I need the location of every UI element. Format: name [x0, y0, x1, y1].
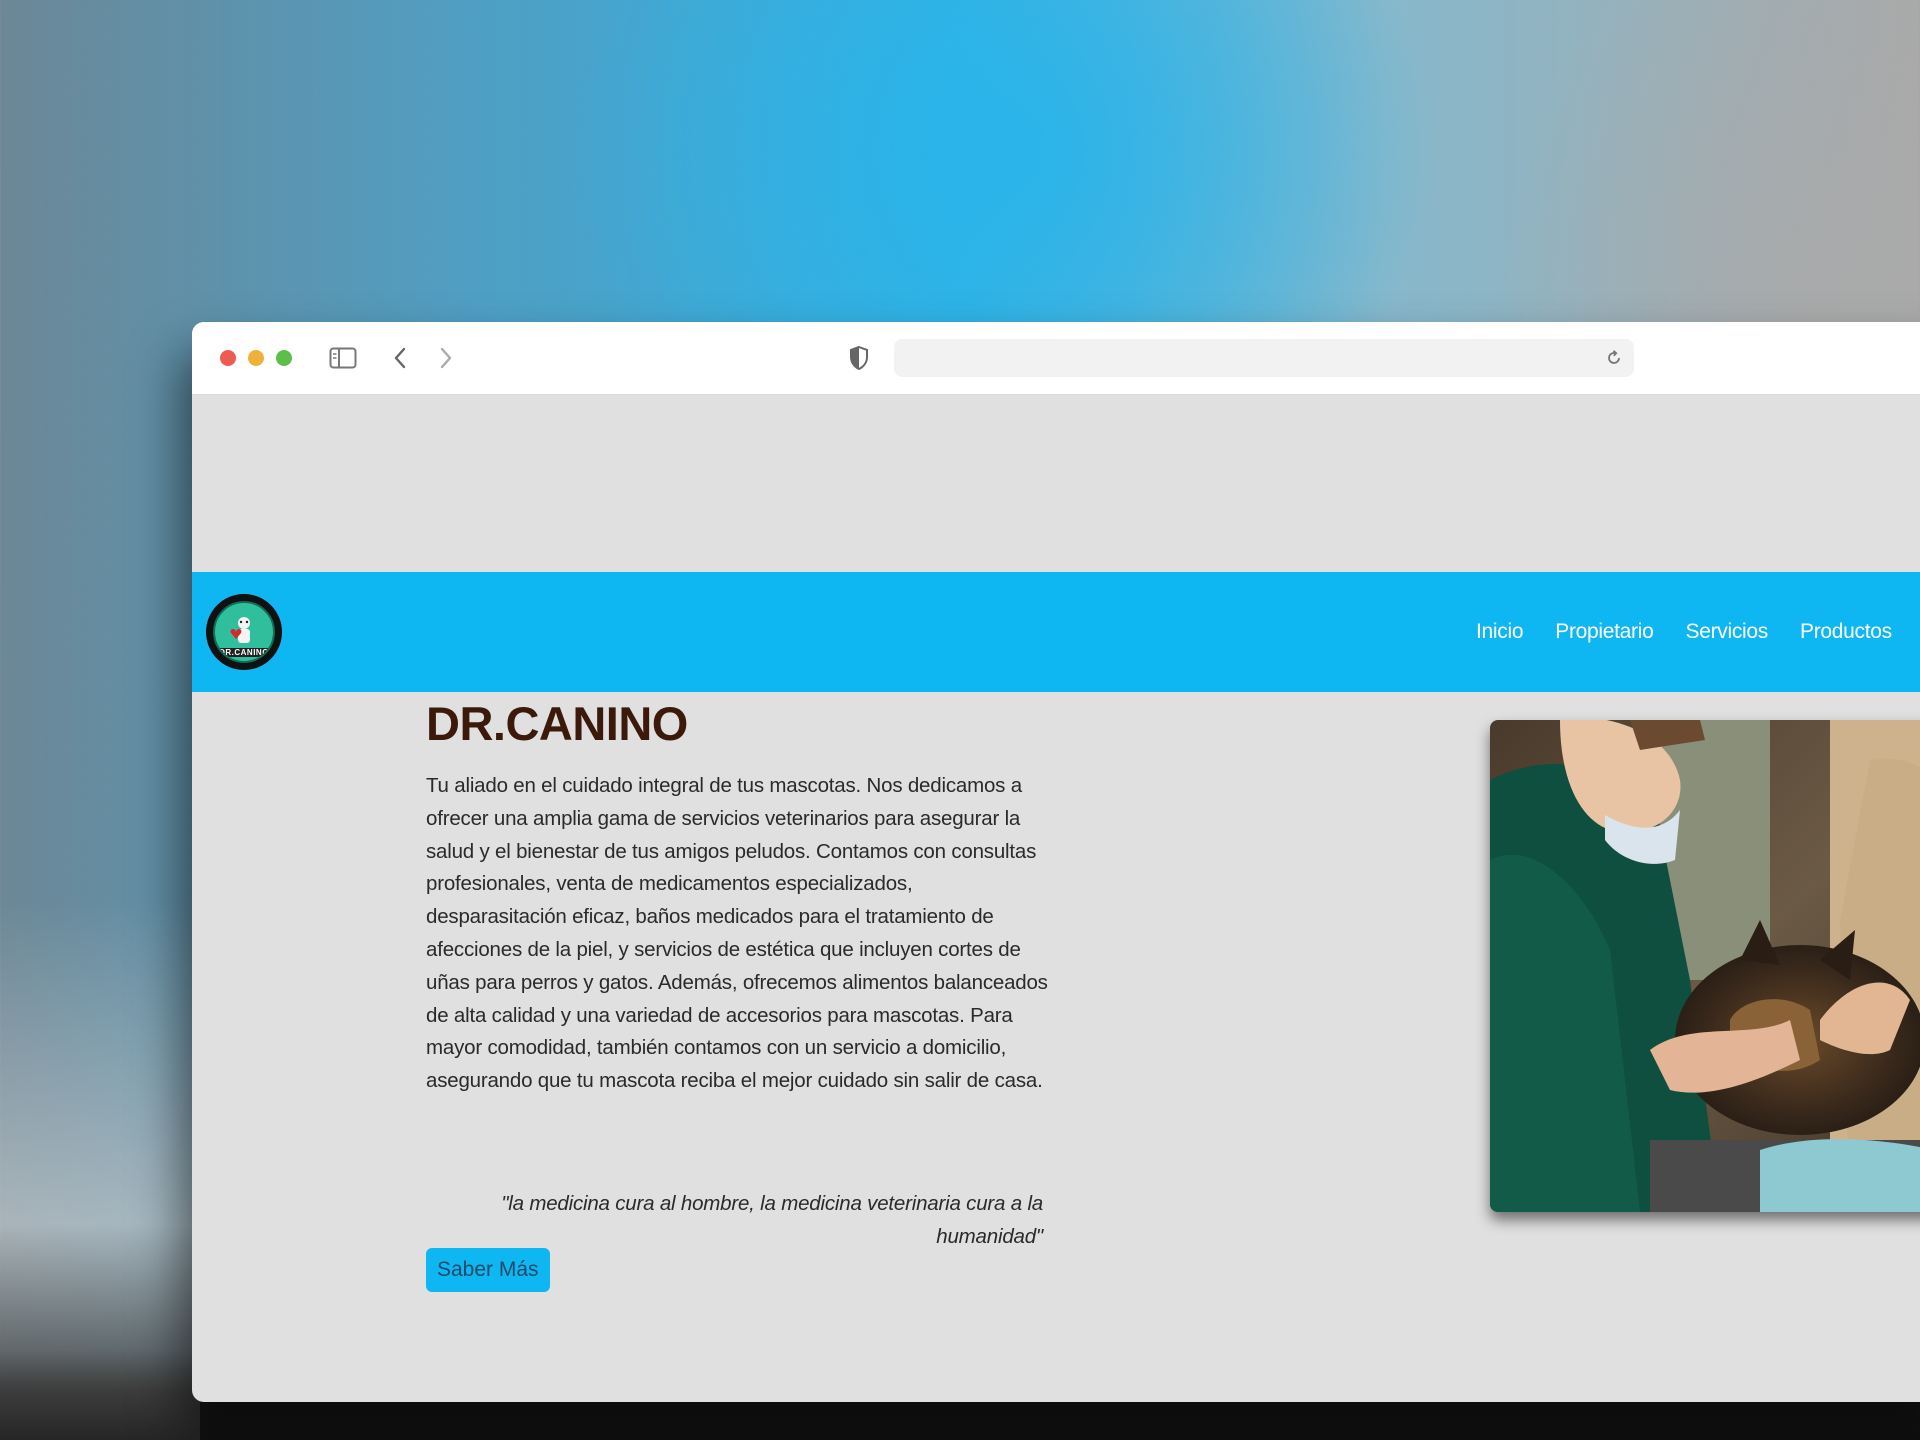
reload-icon[interactable] — [1604, 348, 1624, 368]
privacy-shield-icon[interactable] — [846, 344, 872, 372]
browser-window: DR.CANINO Inicio Propietario Servicios P… — [192, 322, 1920, 1402]
close-window-button[interactable] — [220, 350, 236, 366]
vet-dog-photo — [1490, 720, 1920, 1212]
main-nav: Inicio Propietario Servicios Productos — [1476, 572, 1892, 692]
minimize-window-button[interactable] — [248, 350, 264, 366]
saber-mas-button[interactable]: Saber Más — [426, 1248, 550, 1292]
forward-arrow-icon[interactable] — [434, 344, 458, 372]
nav-productos-link[interactable]: Productos — [1800, 620, 1892, 644]
logo-emblem: DR.CANINO — [213, 601, 275, 663]
logo-text: DR.CANINO — [215, 648, 273, 657]
back-arrow-icon[interactable] — [388, 344, 412, 372]
zoom-window-button[interactable] — [276, 350, 292, 366]
sidebar-toggle-icon[interactable] — [328, 344, 358, 372]
desktop-backdrop — [0, 900, 200, 1440]
nav-servicios-link[interactable]: Servicios — [1686, 620, 1769, 644]
site-navbar: DR.CANINO Inicio Propietario Servicios P… — [192, 572, 1920, 692]
hero-quote: "la medicina cura al hombre, la medicina… — [501, 1192, 1043, 1248]
hero-title: DR.CANINO — [426, 697, 688, 750]
site-logo[interactable]: DR.CANINO — [206, 594, 282, 670]
hero-description: Tu aliado en el cuidado integral de tus … — [426, 774, 1048, 1093]
address-bar[interactable] — [894, 339, 1634, 377]
browser-toolbar — [192, 322, 1920, 395]
nav-propietario-link[interactable]: Propietario — [1555, 620, 1654, 644]
nav-inicio-link[interactable]: Inicio — [1476, 620, 1524, 644]
